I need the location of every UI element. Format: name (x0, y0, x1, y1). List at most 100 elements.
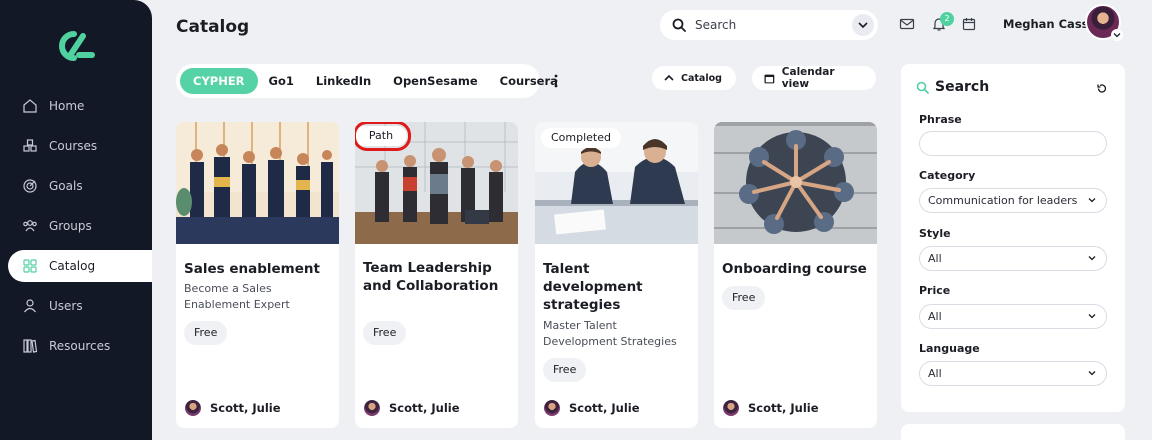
courses-icon (23, 139, 37, 152)
user-name[interactable]: Meghan Cass (1003, 17, 1089, 31)
highlight-ring (355, 122, 411, 151)
course-title[interactable]: Talent development strategies (543, 260, 693, 314)
course-author[interactable]: Scott, Julie (185, 400, 281, 416)
course-title[interactable]: Sales enablement (184, 260, 334, 278)
language-select[interactable]: All (919, 361, 1107, 386)
goals-icon (23, 179, 37, 193)
chevron-up-icon (664, 74, 674, 81)
search-icon (672, 18, 686, 32)
phrase-label: Phrase (919, 113, 962, 126)
sidebar-item-home[interactable]: Home (8, 90, 152, 122)
sidebar-item-goals[interactable]: Goals (8, 170, 152, 202)
more-options-icon[interactable] (551, 73, 561, 89)
calendar-view-label: Calendar view (781, 66, 835, 90)
sidebar-item-label: Courses (49, 139, 98, 153)
chevron-down-icon (858, 22, 868, 29)
course-subtitle: Become a Sales Enablement Expert (184, 282, 290, 311)
logo-icon[interactable] (55, 30, 97, 62)
author-avatar (364, 400, 380, 416)
price-badge: Free (722, 286, 766, 310)
sidebar-item-label: Groups (49, 219, 92, 233)
user-icon (24, 299, 36, 313)
style-select[interactable]: All (919, 246, 1107, 271)
course-image (714, 122, 877, 244)
sidebar-item-groups[interactable]: Groups (8, 210, 152, 242)
catalog-toggle-label: Catalog (681, 72, 722, 84)
search-label: Search (695, 18, 737, 32)
price-badge: Free (184, 321, 228, 345)
author-name: Scott, Julie (569, 401, 640, 415)
groups-icon (23, 220, 37, 232)
completed-badge: Completed (541, 128, 621, 148)
notification-badge: 2 (940, 12, 954, 26)
tab-linkedin[interactable]: LinkedIn (305, 68, 382, 94)
author-name: Scott, Julie (389, 401, 460, 415)
sidebar-item-label: Goals (49, 179, 83, 193)
calendar-icon (764, 74, 775, 83)
home-icon (23, 99, 37, 113)
price-label: Price (919, 284, 951, 297)
search-dropdown-button[interactable] (852, 14, 874, 36)
tab-go1[interactable]: Go1 (258, 68, 305, 94)
course-card[interactable]: Onboarding course Free Scott, Julie (714, 122, 877, 428)
search-filter-panel: Search Phrase Category Communication for… (901, 64, 1125, 412)
price-value: All (928, 310, 942, 323)
chevron-down-icon (1088, 256, 1096, 261)
course-author[interactable]: Scott, Julie (723, 400, 819, 416)
language-value: All (928, 367, 942, 380)
category-label: Category (919, 169, 976, 182)
phrase-input[interactable] (919, 131, 1107, 156)
course-author[interactable]: Scott, Julie (544, 400, 640, 416)
chevron-down-icon (1088, 314, 1096, 319)
avatar-menu-button[interactable] (1111, 29, 1123, 41)
price-badge: Free (543, 358, 587, 382)
tab-cypher[interactable]: CYPHER (180, 68, 258, 94)
page-title: Catalog (176, 17, 250, 37)
sidebar-item-resources[interactable]: Resources (8, 330, 152, 362)
price-select[interactable]: All (919, 304, 1107, 329)
author-avatar (723, 400, 739, 416)
provider-tabs: CYPHER Go1 LinkedIn OpenSesame Coursera (176, 64, 558, 98)
author-avatar (544, 400, 560, 416)
chevron-down-icon (1088, 371, 1096, 376)
category-value: Communication for leaders (928, 194, 1078, 207)
calendar-view-button[interactable]: Calendar view (752, 66, 876, 90)
calendar-icon[interactable] (961, 16, 977, 32)
course-title[interactable]: Onboarding course (722, 260, 872, 278)
course-card[interactable]: Path Team Leadership and Collaboration F… (355, 122, 518, 428)
category-select[interactable]: Communication for leaders (919, 188, 1107, 213)
sidebar-nav: Home Courses Goals Groups Catalog Users … (8, 90, 152, 370)
course-image (176, 122, 339, 244)
author-name: Scott, Julie (748, 401, 819, 415)
sidebar-item-label: Catalog (49, 259, 96, 273)
sidebar-item-label: Home (49, 99, 85, 113)
chevron-down-icon (1113, 33, 1121, 38)
catalog-icon (23, 259, 37, 273)
course-author[interactable]: Scott, Julie (364, 400, 460, 416)
course-card[interactable]: Completed Talent development strategies … (535, 122, 698, 428)
price-badge: Free (363, 321, 407, 345)
author-avatar (185, 400, 201, 416)
sidebar-item-users[interactable]: Users (8, 290, 152, 322)
search-icon (916, 81, 929, 94)
author-name: Scott, Julie (210, 401, 281, 415)
filter-panel-title: Search (935, 79, 990, 95)
sidebar-item-catalog[interactable]: Catalog (8, 250, 152, 282)
search-input[interactable]: Search (660, 10, 878, 40)
reset-icon[interactable] (1096, 83, 1107, 94)
language-label: Language (919, 342, 980, 355)
course-subtitle: Master Talent Development Strategies (543, 319, 677, 348)
sidebar-item-label: Resources (49, 339, 111, 353)
tab-opensesame[interactable]: OpenSesame (382, 68, 488, 94)
chevron-down-icon (1088, 198, 1096, 203)
catalog-toggle-button[interactable]: Catalog (652, 66, 736, 90)
course-title[interactable]: Team Leadership and Collaboration (363, 259, 513, 295)
sidebar-item-courses[interactable]: Courses (8, 130, 152, 162)
sidebar-item-label: Users (49, 299, 83, 313)
mail-icon[interactable] (899, 16, 915, 32)
sidebar: Home Courses Goals Groups Catalog Users … (0, 0, 152, 440)
resources-icon (23, 339, 38, 353)
course-card[interactable]: Sales enablement Become a Sales Enableme… (176, 122, 339, 428)
secondary-panel (901, 424, 1125, 440)
style-value: All (928, 252, 942, 265)
